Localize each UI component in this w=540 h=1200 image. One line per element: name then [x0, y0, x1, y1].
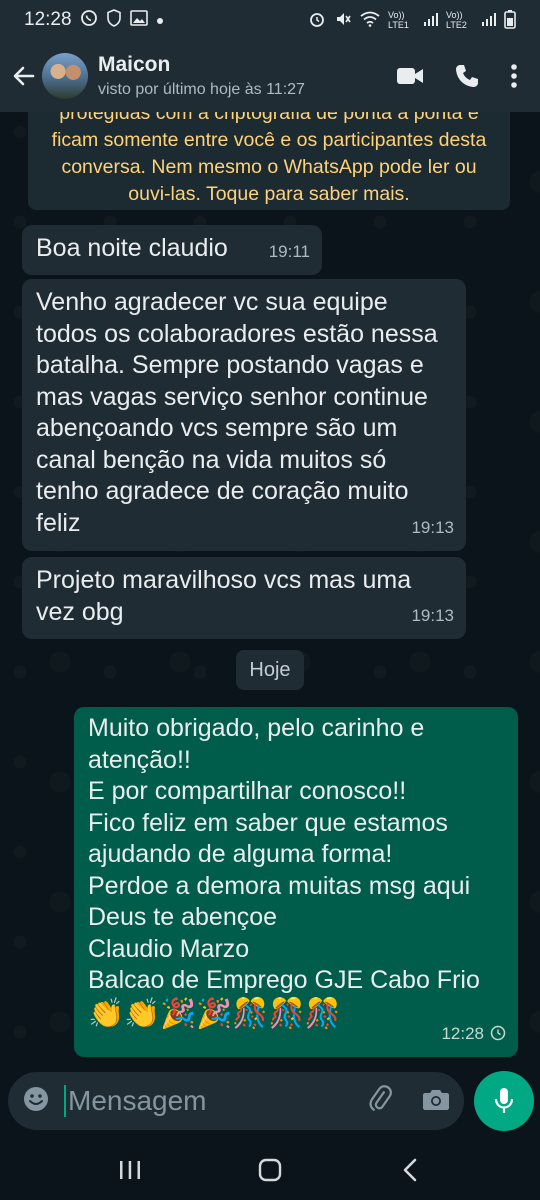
chat-area[interactable]: protegidas com a criptografia de ponta a… — [0, 112, 540, 1070]
alarm-icon — [308, 10, 326, 31]
more-vertical-icon — [511, 64, 517, 88]
message-input[interactable] — [68, 1085, 338, 1117]
phone-icon — [456, 65, 478, 87]
emoji-button[interactable] — [22, 1085, 50, 1118]
signal1-icon — [424, 12, 438, 29]
whatsapp-notification-icon — [80, 9, 98, 32]
gallery-icon — [129, 9, 148, 31]
voice-record-button[interactable] — [474, 1071, 534, 1131]
camera-button[interactable] — [422, 1087, 450, 1116]
message-time: 19:13 — [411, 517, 454, 537]
message-text: Venho agradecer vc sua equipe todos os c… — [36, 288, 438, 537]
status-time: 12:28 — [24, 9, 72, 30]
message-text: Projeto maravilhoso vcs mas uma vez obg — [36, 566, 412, 626]
recent-apps-icon — [120, 1161, 140, 1179]
recent-apps-button[interactable] — [100, 1145, 160, 1195]
contact-name: Maicon — [98, 53, 171, 76]
camera-icon — [423, 1089, 449, 1110]
video-call-button[interactable] — [396, 66, 424, 86]
message-line: Muito obrigado, pelo carinho e — [88, 714, 425, 742]
emoji-icon — [24, 1086, 48, 1111]
back-nav-button[interactable] — [380, 1145, 440, 1195]
arrow-left-icon — [13, 66, 35, 86]
message-line: Balcao de Emprego GJE Cabo Frio — [88, 966, 480, 994]
wifi-icon — [360, 11, 380, 30]
more-options-button[interactable] — [510, 63, 518, 89]
message-text: Boa noite claudio — [36, 234, 228, 262]
avatar[interactable] — [42, 53, 88, 99]
system-navigation-bar — [0, 1140, 540, 1200]
message-line: atenção!! — [88, 745, 191, 774]
clock-pending-icon — [490, 1026, 506, 1041]
message-time: 19:11 — [268, 241, 310, 261]
paperclip-icon — [369, 1084, 392, 1111]
message-line: E por compartilhar conosco!! — [88, 777, 407, 805]
encryption-notice-text: protegidas com a criptografia de ponta a… — [51, 112, 487, 205]
day-separator-label: Hoje — [249, 658, 291, 681]
carrier2-label: Vo)) LTE2 — [446, 10, 467, 30]
mute-icon — [334, 10, 352, 31]
attach-button[interactable] — [366, 1084, 394, 1118]
message-line: ajudando de alguma forma! — [88, 840, 393, 868]
microphone-icon — [494, 1088, 514, 1113]
message-time-group: 12:28 — [441, 1018, 506, 1050]
day-separator: Hoje — [236, 650, 304, 690]
back-button[interactable] — [6, 63, 42, 89]
signal2-icon — [482, 12, 496, 29]
message-time: 19:13 — [411, 605, 454, 625]
status-bar: 12:28 Vo)) LTE1 Vo)) LTE2 — [0, 0, 540, 40]
message-line: Claudio Marzo — [88, 934, 250, 963]
home-button[interactable] — [240, 1145, 300, 1195]
dot-icon — [156, 9, 164, 31]
message-bubble-incoming[interactable]: Venho agradecer vc sua equipe todos os c… — [22, 279, 466, 551]
voice-call-button[interactable] — [454, 63, 480, 89]
shield-icon — [106, 8, 122, 32]
message-time: 12:28 — [441, 1023, 484, 1043]
message-composer — [8, 1072, 464, 1130]
message-line: Fico feliz em saber que estamos — [88, 808, 448, 837]
home-icon — [258, 1158, 282, 1182]
message-bubble-outgoing[interactable]: Muito obrigado, pelo carinho e atenção!!… — [74, 707, 518, 1057]
battery-icon — [504, 9, 516, 32]
text-cursor — [64, 1085, 66, 1117]
video-camera-icon — [397, 68, 423, 84]
message-line: Deus te abençoe — [88, 903, 278, 931]
carrier1-label: Vo)) LTE1 — [388, 10, 409, 30]
contact-info[interactable]: Maicon visto por último hoje às 11:27 — [98, 53, 305, 99]
message-bubble-incoming[interactable]: Projeto maravilhoso vcs mas uma vez obg … — [22, 557, 466, 639]
last-seen-status: visto por último hoje às 11:27 — [98, 81, 305, 98]
chat-header: Maicon visto por último hoje às 11:27 — [0, 40, 540, 112]
message-bubble-incoming[interactable]: Boa noite claudio 19:11 — [22, 225, 322, 275]
message-line: Perdoe a demora muitas msg aqui — [88, 871, 471, 900]
chevron-left-icon — [403, 1158, 417, 1182]
encryption-notice[interactable]: protegidas com a criptografia de ponta a… — [28, 112, 510, 210]
